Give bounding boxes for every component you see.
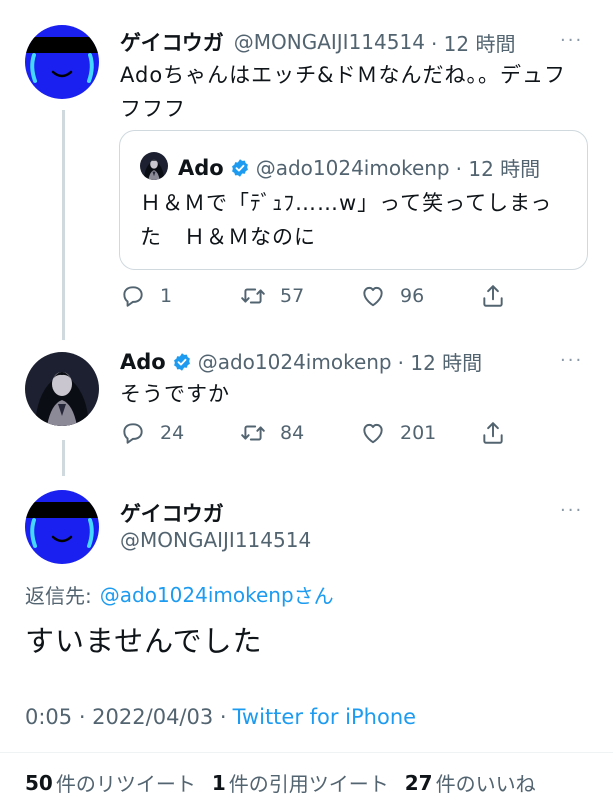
share-button[interactable] bbox=[480, 420, 520, 446]
reply-icon bbox=[120, 420, 146, 446]
reply-to-handle[interactable]: @ado1024imokenp bbox=[100, 583, 294, 607]
handle[interactable]: @MONGAIJI114514 bbox=[120, 528, 311, 552]
handle[interactable]: @MONGAIJI114514 bbox=[234, 30, 425, 54]
more-icon[interactable]: ··· bbox=[560, 30, 583, 51]
share-icon bbox=[480, 283, 506, 309]
display-name[interactable]: ゲイコウガ bbox=[120, 27, 224, 57]
thread-line bbox=[62, 110, 65, 340]
handle[interactable]: @ado1024imokenp bbox=[198, 350, 392, 374]
retweet-count: 84 bbox=[280, 422, 305, 444]
like-count: 96 bbox=[400, 285, 425, 307]
main-tweet-text: すいませんでした bbox=[25, 624, 263, 658]
reply-to-suffix: さん bbox=[293, 584, 334, 608]
quotes-count[interactable]: 1 bbox=[212, 771, 226, 795]
tweet-text: そうですか bbox=[120, 382, 230, 406]
reply-button[interactable]: 24 bbox=[120, 420, 184, 446]
share-button[interactable] bbox=[480, 283, 520, 309]
reply-to: 返信先: @ado1024imokenp さん bbox=[25, 580, 334, 609]
tweet-text-line: フフフ bbox=[120, 97, 186, 121]
quotes-label[interactable]: 件の引用ツイート bbox=[229, 768, 389, 797]
like-count: 201 bbox=[400, 422, 437, 444]
like-button[interactable]: 96 bbox=[360, 283, 424, 309]
verified-icon bbox=[172, 352, 192, 372]
display-name[interactable]: Ado bbox=[120, 350, 166, 374]
likes-count[interactable]: 27 bbox=[405, 771, 433, 795]
handle: @ado1024imokenp bbox=[255, 155, 450, 180]
likes-label[interactable]: 件のいいね bbox=[436, 768, 536, 797]
more-icon[interactable]: ··· bbox=[560, 350, 583, 371]
reply-icon bbox=[120, 283, 146, 309]
tweet-header: ゲイコウガ @MONGAIJI114514 · 12 時間 bbox=[120, 27, 515, 57]
retweet-icon bbox=[240, 420, 266, 446]
divider bbox=[0, 752, 613, 753]
tweet-datetime[interactable]: 0:05 · 2022/04/03 · bbox=[25, 705, 227, 729]
avatar bbox=[140, 152, 168, 180]
retweets-label[interactable]: 件のリツイート bbox=[56, 768, 196, 797]
retweet-button[interactable]: 84 bbox=[240, 420, 304, 446]
like-button[interactable]: 201 bbox=[360, 420, 436, 446]
tweet-stats: 50 件のリツイート 1 件の引用ツイート 27 件のいいね bbox=[25, 768, 536, 797]
quoted-tweet[interactable]: Ado @ado1024imokenp · 12 時間 Ｈ＆Ｍで「ﾃﾞｭﾌ……w… bbox=[119, 130, 588, 270]
thread-line bbox=[62, 440, 65, 476]
tweet-source[interactable]: Twitter for iPhone bbox=[233, 705, 417, 729]
verified-icon bbox=[230, 158, 250, 178]
timestamp[interactable]: · 12 時間 bbox=[398, 347, 483, 376]
retweets-count[interactable]: 50 bbox=[25, 771, 53, 795]
like-icon bbox=[360, 420, 386, 446]
retweet-icon bbox=[240, 283, 266, 309]
avatar[interactable] bbox=[25, 352, 99, 426]
timestamp[interactable]: · 12 時間 bbox=[431, 28, 516, 57]
more-icon[interactable]: ··· bbox=[560, 500, 583, 521]
reply-to-label: 返信先: bbox=[25, 584, 92, 608]
retweet-button[interactable]: 57 bbox=[240, 283, 304, 309]
quote-text-line: Ｈ＆Ｍで「ﾃﾞｭﾌ……w」って笑ってしまっ bbox=[140, 191, 553, 215]
display-name[interactable]: ゲイコウガ bbox=[120, 498, 224, 528]
tweet-text-line: Adoちゃんはエッチ&ドＭなんだね。。デュフ bbox=[120, 63, 567, 87]
like-icon bbox=[360, 283, 386, 309]
display-name: Ado bbox=[178, 155, 224, 180]
avatar[interactable] bbox=[25, 25, 99, 99]
quote-text: Ｈ＆Ｍで「ﾃﾞｭﾌ……w」って笑ってしまっ た Ｈ＆Ｍなのに bbox=[140, 186, 552, 254]
reply-count: 24 bbox=[160, 422, 185, 444]
reply-count: 1 bbox=[160, 285, 173, 307]
tweet-text: Adoちゃんはエッチ&ドＭなんだね。。デュフ フフフ bbox=[120, 58, 566, 126]
quote-text-line: た Ｈ＆Ｍなのに bbox=[140, 225, 316, 249]
timestamp: · 12 時間 bbox=[455, 157, 541, 181]
share-icon bbox=[480, 420, 506, 446]
retweet-count: 57 bbox=[280, 285, 305, 307]
quote-header: Ado @ado1024imokenp · 12 時間 bbox=[178, 153, 540, 182]
tweet-meta: 0:05 · 2022/04/03 · Twitter for iPhone bbox=[25, 705, 416, 729]
reply-button[interactable]: 1 bbox=[120, 283, 172, 309]
tweet-header: Ado @ado1024imokenp · 12 時間 bbox=[120, 347, 482, 376]
avatar[interactable] bbox=[25, 490, 99, 564]
